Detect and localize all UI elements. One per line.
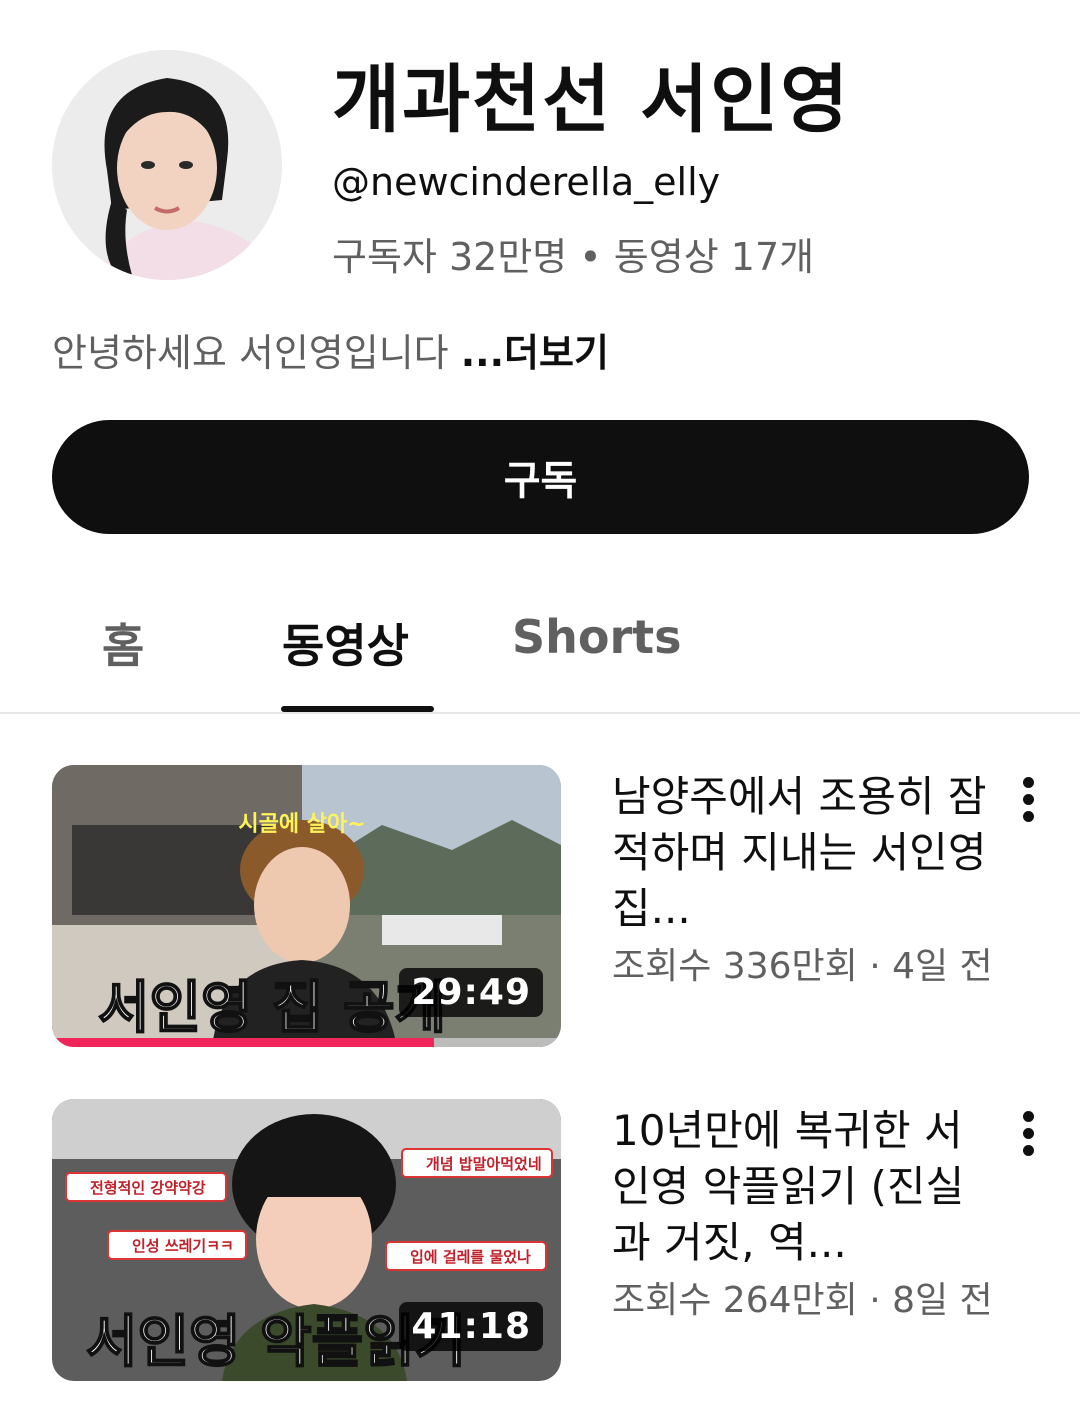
channel-tabs: 홈 동영상 Shorts — [0, 580, 1080, 714]
thumb-comment: 인성 쓰레기ㅋㅋ — [132, 1237, 234, 1255]
channel-handle: @newcinderella_elly — [332, 160, 721, 204]
more-vert-icon[interactable] — [1008, 771, 1048, 831]
channel-name: 개과천선 서인영 — [332, 57, 851, 143]
video-title[interactable]: 남양주에서 조용히 잠적하며 지내는 서인영 집... — [612, 769, 992, 937]
active-tab-indicator — [281, 706, 434, 712]
tab-shorts[interactable]: Shorts — [512, 610, 682, 664]
video-thumbnail[interactable]: 전형적인 강약약강 개념 밥말아먹었네 인성 쓰레기ㅋㅋ 입에 걸레를 물었나 … — [52, 1099, 561, 1381]
thumb-comment: 입에 걸레를 물었나 — [410, 1248, 531, 1266]
video-item[interactable]: 전형적인 강약약강 개념 밥말아먹었네 인성 쓰레기ㅋㅋ 입에 걸레를 물었나 … — [0, 1099, 1080, 1389]
thumb-caption: 서인영 집 공개 — [98, 976, 446, 1041]
more-vert-icon[interactable] — [1008, 1105, 1048, 1165]
thumb-comment: 전형적인 강약약강 — [90, 1179, 206, 1197]
video-item[interactable]: 시골에 살아~ 서인영 집 공개 29:49 남양주에서 조용히 잠적하며 지내… — [0, 765, 1080, 1055]
thumb-comment: 개념 밥말아먹었네 — [426, 1155, 542, 1173]
channel-avatar[interactable] — [52, 50, 282, 280]
video-thumbnail[interactable]: 시골에 살아~ 서인영 집 공개 29:49 — [52, 765, 561, 1047]
subscribe-button[interactable]: 구독 — [52, 420, 1029, 534]
video-meta: 조회수 264만회 · 8일 전 — [612, 1280, 993, 1321]
tab-videos[interactable]: 동영상 — [282, 610, 409, 676]
channel-stats: 구독자 32만명 • 동영상 17개 — [332, 235, 815, 279]
video-duration: 41:18 — [399, 1302, 543, 1351]
tab-home[interactable]: 홈 — [102, 610, 144, 676]
video-meta: 조회수 336만회 · 4일 전 — [612, 946, 993, 987]
watch-progress-fill — [52, 1038, 434, 1047]
channel-description[interactable]: 안녕하세요 서인영입니다 ...더보기 — [52, 322, 609, 377]
watch-progress — [52, 1038, 561, 1047]
avatar-photo — [52, 50, 282, 280]
video-duration: 29:49 — [399, 968, 543, 1017]
more-link[interactable]: ...더보기 — [461, 331, 609, 375]
thumb-bubble: 시골에 살아~ — [238, 812, 365, 837]
description-text: 안녕하세요 서인영입니다 — [52, 331, 461, 375]
video-title[interactable]: 10년만에 복귀한 서인영 악플읽기 (진실과 거짓, 역... — [612, 1103, 992, 1271]
